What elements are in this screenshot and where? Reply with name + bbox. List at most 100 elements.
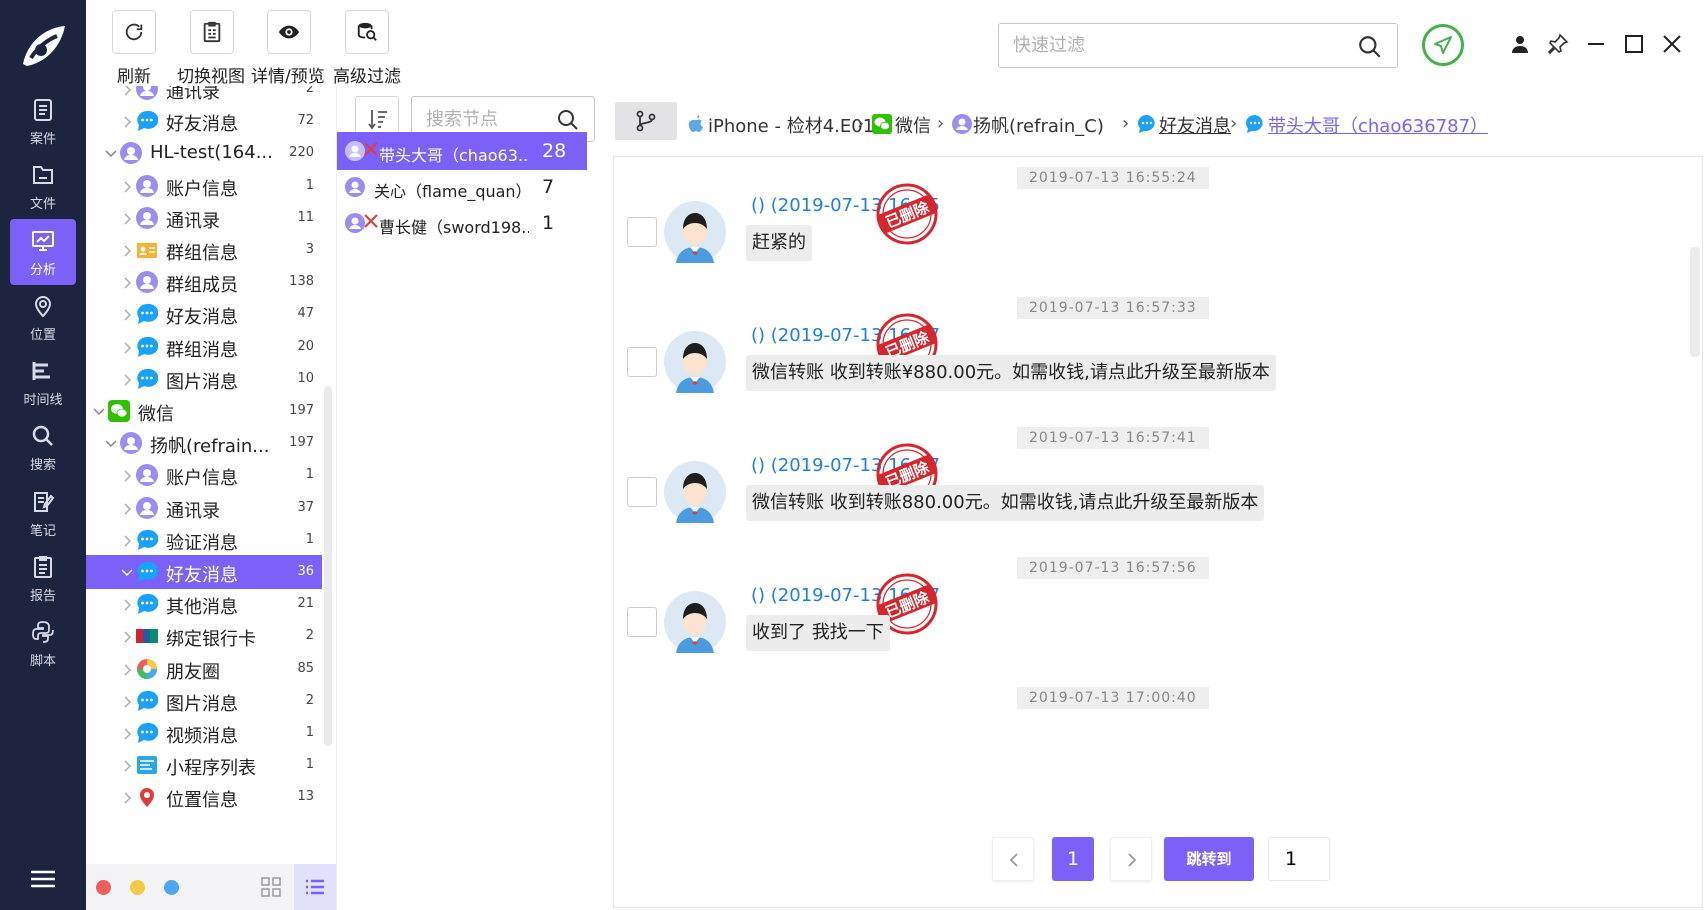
- chevron-right-icon[interactable]: [120, 339, 134, 354]
- tree-node[interactable]: 扬帆(refrain... 197: [86, 426, 322, 460]
- contact-item[interactable]: 曹长健（sword198... 1: [337, 204, 587, 242]
- search-icon[interactable]: [1357, 34, 1383, 60]
- details-preview-button[interactable]: [267, 10, 311, 54]
- rail-item-location[interactable]: 位置: [10, 284, 76, 350]
- message-checkbox[interactable]: [627, 607, 657, 637]
- tree-node[interactable]: 绑定银行卡 2: [86, 619, 322, 653]
- blue-dot-indicator[interactable]: [164, 880, 179, 895]
- chevron-down-icon[interactable]: [120, 564, 134, 578]
- tree-node[interactable]: 通讯录 2: [86, 86, 322, 106]
- chevron-right-icon[interactable]: [120, 532, 134, 547]
- maximize-icon[interactable]: [1622, 32, 1646, 56]
- message-checkbox[interactable]: [627, 477, 657, 507]
- tree-node[interactable]: 群组信息 3: [86, 233, 322, 267]
- breadcrumb-category[interactable]: 好友消息: [1159, 112, 1231, 138]
- quick-filter-input[interactable]: [999, 24, 1329, 67]
- chevron-down-icon[interactable]: [104, 145, 118, 159]
- pin-icon[interactable]: [1546, 32, 1570, 56]
- chevron-right-icon[interactable]: [120, 789, 134, 804]
- contact-item[interactable]: 带头大哥（chao63... 28: [337, 132, 587, 170]
- yellow-dot-indicator[interactable]: [130, 880, 145, 895]
- status-send-button[interactable]: [1422, 24, 1464, 66]
- breadcrumb-device[interactable]: iPhone - 检材4.E01: [708, 112, 874, 138]
- refresh-button[interactable]: [112, 10, 156, 54]
- message-bubble[interactable]: 赶紧的: [746, 225, 812, 261]
- chevron-right-icon[interactable]: [120, 500, 134, 515]
- tree-node[interactable]: 小程序列表 1: [86, 748, 322, 782]
- tree-node[interactable]: 验证消息 1: [86, 523, 322, 557]
- tree-node[interactable]: 好友消息 47: [86, 297, 322, 331]
- chevron-right-icon[interactable]: [120, 693, 134, 708]
- tree-node[interactable]: 好友消息 72: [86, 104, 322, 138]
- chevron-right-icon[interactable]: [120, 661, 134, 676]
- message-bubble[interactable]: 收到了 我找一下: [746, 615, 890, 651]
- rail-item-script[interactable]: 脚本: [10, 610, 76, 676]
- tree-node[interactable]: 通讯录 37: [86, 491, 322, 525]
- chevron-right-icon[interactable]: [120, 371, 134, 386]
- message-bubble[interactable]: 微信转账 收到转账¥880.00元。如需收钱,请点此升级至最新版本: [746, 355, 1276, 391]
- prev-page-button[interactable]: [992, 837, 1034, 881]
- chevron-right-icon[interactable]: [120, 757, 134, 772]
- jump-to-button[interactable]: 跳转到: [1164, 837, 1254, 881]
- chevron-right-icon[interactable]: [120, 242, 134, 257]
- search-icon[interactable]: [556, 108, 580, 132]
- tree-node[interactable]: 微信 197: [86, 394, 322, 428]
- hamburger-menu-icon[interactable]: [31, 869, 55, 889]
- close-icon[interactable]: [1660, 32, 1684, 56]
- rail-item-case[interactable]: 案件: [10, 88, 76, 154]
- list-view-button[interactable]: [294, 864, 336, 910]
- tree-node[interactable]: 其他消息 21: [86, 587, 322, 621]
- chevron-right-icon[interactable]: [120, 86, 134, 96]
- tree-node[interactable]: 账户信息 1: [86, 169, 322, 203]
- rail-item-timeline[interactable]: 时间线: [10, 349, 76, 415]
- next-page-button[interactable]: [1110, 837, 1152, 881]
- breadcrumb-contact[interactable]: 带头大哥（chao636787）: [1268, 112, 1488, 138]
- chevron-down-icon[interactable]: [104, 435, 118, 449]
- chevron-right-icon[interactable]: [120, 628, 134, 643]
- chevron-right-icon[interactable]: [120, 596, 134, 611]
- breadcrumb-account[interactable]: 扬帆(refrain_C): [973, 112, 1104, 138]
- tree-node[interactable]: 图片消息 2: [86, 684, 322, 718]
- tree-scrollbar[interactable]: [324, 386, 332, 746]
- tree-node[interactable]: 通讯录 11: [86, 201, 322, 235]
- data-tree: 通讯录 2 好友消息 72 HL-test(164... 220 账户信息 1 通讯录 11 群组信…: [86, 86, 336, 910]
- grid-view-icon[interactable]: [260, 876, 282, 898]
- chevron-right-icon[interactable]: [120, 210, 134, 225]
- current-page[interactable]: 1: [1052, 837, 1094, 881]
- message-bubble[interactable]: 微信转账 收到转账880.00元。如需收钱,请点此升级至最新版本: [746, 485, 1265, 521]
- quick-filter-box[interactable]: [998, 23, 1398, 68]
- tree-node[interactable]: 图片消息 10: [86, 362, 322, 396]
- chevron-right-icon[interactable]: [120, 467, 134, 482]
- breadcrumb-app[interactable]: 微信: [895, 112, 931, 138]
- tree-node[interactable]: 视频消息 1: [86, 716, 322, 750]
- chevron-down-icon[interactable]: [92, 403, 106, 417]
- chevron-right-icon[interactable]: [120, 306, 134, 321]
- message-checkbox[interactable]: [627, 217, 657, 247]
- chevron-right-icon[interactable]: [120, 725, 134, 740]
- advanced-filter-button[interactable]: [345, 10, 389, 54]
- tree-node[interactable]: 位置信息 13: [86, 780, 322, 814]
- branch-button[interactable]: [615, 102, 677, 140]
- tree-node[interactable]: 朋友圈 85: [86, 652, 322, 686]
- message-checkbox[interactable]: [627, 347, 657, 377]
- switch-view-button[interactable]: [190, 10, 234, 54]
- rail-item-analysis[interactable]: 分析: [10, 219, 76, 285]
- rail-item-search[interactable]: 搜索: [10, 414, 76, 480]
- user-icon[interactable]: [1508, 32, 1532, 56]
- rail-item-note[interactable]: 笔记: [10, 480, 76, 546]
- rail-item-file[interactable]: 文件: [10, 153, 76, 219]
- red-dot-indicator[interactable]: [96, 880, 111, 895]
- contact-item[interactable]: 关心（flame_quan） 7: [337, 168, 587, 206]
- tree-node[interactable]: 好友消息 36: [86, 555, 322, 589]
- tree-node[interactable]: 群组成员 138: [86, 265, 322, 299]
- tree-node[interactable]: 账户信息 1: [86, 458, 322, 492]
- chevron-right-icon[interactable]: [120, 178, 134, 193]
- chevron-right-icon[interactable]: [120, 113, 134, 128]
- tree-node[interactable]: HL-test(164... 220: [86, 136, 322, 170]
- rail-item-report[interactable]: 报告: [10, 545, 76, 611]
- chevron-right-icon[interactable]: [120, 274, 134, 289]
- minimize-icon[interactable]: [1584, 32, 1608, 56]
- tree-node[interactable]: 群组消息 20: [86, 330, 322, 364]
- jump-page-input[interactable]: [1268, 837, 1330, 881]
- message-scrollbar[interactable]: [1690, 247, 1700, 357]
